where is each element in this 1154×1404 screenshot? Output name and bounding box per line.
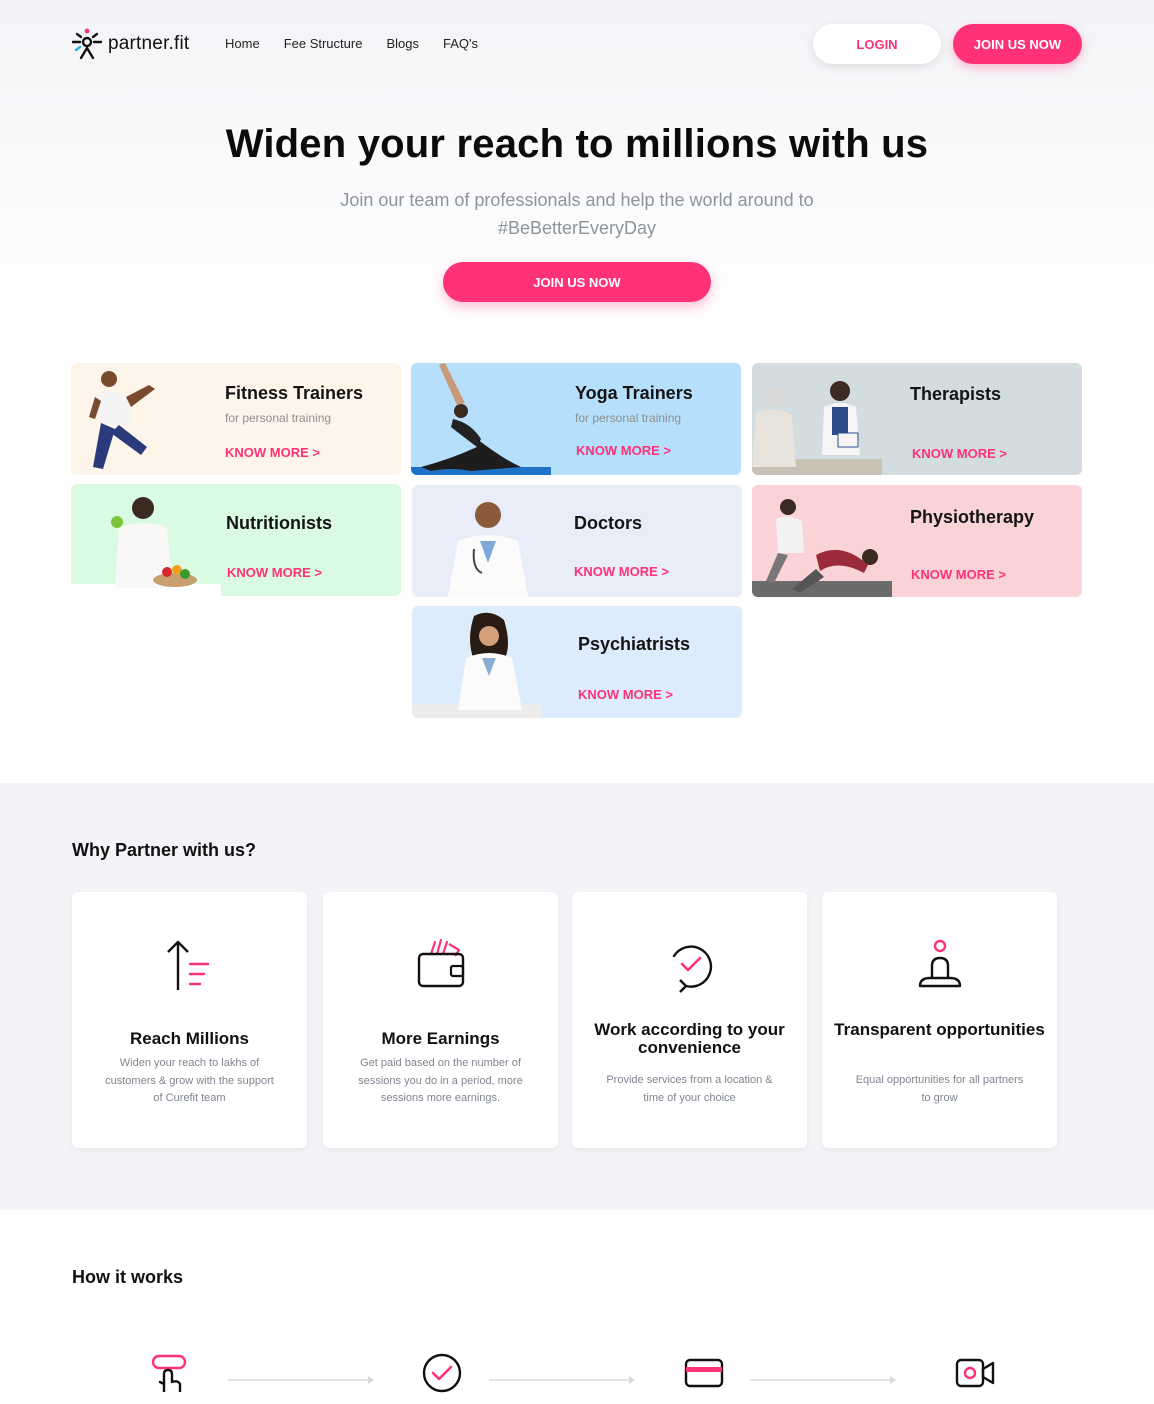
why-card-more-earnings: More Earnings Get paid based on the numb… [323, 892, 558, 1148]
hero-subtitle: Join our team of professionals and help … [340, 190, 814, 238]
hero-title: Widen your reach to millions with us [225, 122, 929, 166]
why-card-desc: Widen your reach to lakhs of customers &… [105, 1057, 274, 1104]
why-partner-section: Why Partner with us? Reach Millions Wide… [0, 783, 1154, 1210]
card-nutritionists[interactable]: Nutritionists KNOW MORE > [71, 484, 401, 596]
card-physiotherapy[interactable]: Physiotherapy KNOW MORE > [752, 485, 1082, 597]
why-card-transparent: Transparent opportunities Equal opportun… [822, 892, 1057, 1148]
nav-blogs[interactable]: Blogs [386, 36, 419, 51]
why-card-convenience: Work according to your convenience Provi… [572, 892, 807, 1148]
header: partner.fit Home Fee Structure Blogs FAQ… [0, 0, 1154, 90]
card-title: Doctors [574, 513, 643, 533]
know-more-link[interactable]: KNOW MORE > [911, 567, 1006, 582]
refresh-check-icon [672, 945, 713, 993]
wallet-icon [417, 938, 465, 988]
card-subtitle: for personal training [225, 411, 332, 425]
why-card-title: Reach Millions [129, 1029, 250, 1048]
brand-name: partner.fit [108, 33, 190, 54]
card-title: Yoga Trainers [575, 383, 693, 403]
card-title: Fitness Trainers [225, 383, 364, 403]
main-nav: Home Fee Structure Blogs FAQ's [225, 36, 502, 51]
psychiatrist-image [412, 612, 542, 718]
check-circle-icon [422, 1353, 462, 1393]
logo[interactable]: partner.fit [72, 28, 189, 60]
login-button[interactable]: LOGIN [813, 24, 941, 64]
hero-join-button[interactable]: JOIN US NOW [443, 262, 711, 302]
nav-fee-structure[interactable]: Fee Structure [284, 36, 363, 51]
why-card-title: Work according to your convenience [594, 1020, 785, 1057]
tap-icon [151, 1354, 187, 1392]
person-meditate-icon [918, 939, 962, 988]
join-us-now-button[interactable]: JOIN US NOW [953, 24, 1082, 64]
card-icon [684, 1358, 724, 1388]
nav-home[interactable]: Home [225, 36, 260, 51]
card-title: Psychiatrists [578, 634, 691, 654]
step-arrow [750, 1376, 896, 1384]
physiotherapy-image [752, 499, 892, 597]
doctor-image [448, 502, 528, 597]
why-card-desc: Get paid based on the number of sessions… [358, 1057, 523, 1104]
video-icon [955, 1358, 995, 1388]
card-title: Physiotherapy [910, 507, 1035, 527]
how-it-works-heading: How it works [72, 1267, 184, 1287]
know-more-link[interactable]: KNOW MORE > [574, 564, 669, 579]
logo-icon [72, 28, 102, 60]
why-card-title: More Earnings [381, 1029, 500, 1048]
reach-arrow-icon [167, 940, 210, 990]
card-title: Nutritionists [226, 513, 332, 533]
step-arrow [228, 1376, 374, 1384]
card-subtitle: for personal training [575, 411, 682, 425]
know-more-link[interactable]: KNOW MORE > [576, 443, 671, 458]
nutritionist-image [71, 497, 221, 596]
card-yoga-trainers[interactable]: Yoga Trainers for personal training KNOW… [411, 363, 741, 475]
why-card-reach-millions: Reach Millions Widen your reach to lakhs… [72, 892, 307, 1148]
therapist-image [752, 381, 882, 475]
know-more-link[interactable]: KNOW MORE > [227, 565, 322, 580]
why-card-desc: Provide services from a location & time … [606, 1074, 773, 1104]
know-more-link[interactable]: KNOW MORE > [912, 446, 1007, 461]
card-psychiatrists[interactable]: Psychiatrists KNOW MORE > [412, 606, 742, 718]
why-card-title: Transparent opportunities [834, 1020, 1045, 1039]
why-card-desc: Equal opportunities for all partners to … [855, 1074, 1024, 1104]
fitness-trainer-image [89, 371, 155, 469]
know-more-link[interactable]: KNOW MORE > [225, 445, 320, 460]
step-arrow [489, 1376, 635, 1384]
yoga-trainer-image [411, 363, 551, 475]
card-doctors[interactable]: Doctors KNOW MORE > [412, 485, 742, 597]
card-fitness-trainers[interactable]: Fitness Trainers for personal training K… [71, 363, 401, 475]
know-more-link[interactable]: KNOW MORE > [578, 687, 673, 702]
why-heading: Why Partner with us? [72, 840, 257, 860]
card-title: Therapists [910, 384, 1002, 404]
card-therapists[interactable]: Therapists KNOW MORE > [752, 363, 1082, 475]
nav-faqs[interactable]: FAQ's [443, 36, 478, 51]
